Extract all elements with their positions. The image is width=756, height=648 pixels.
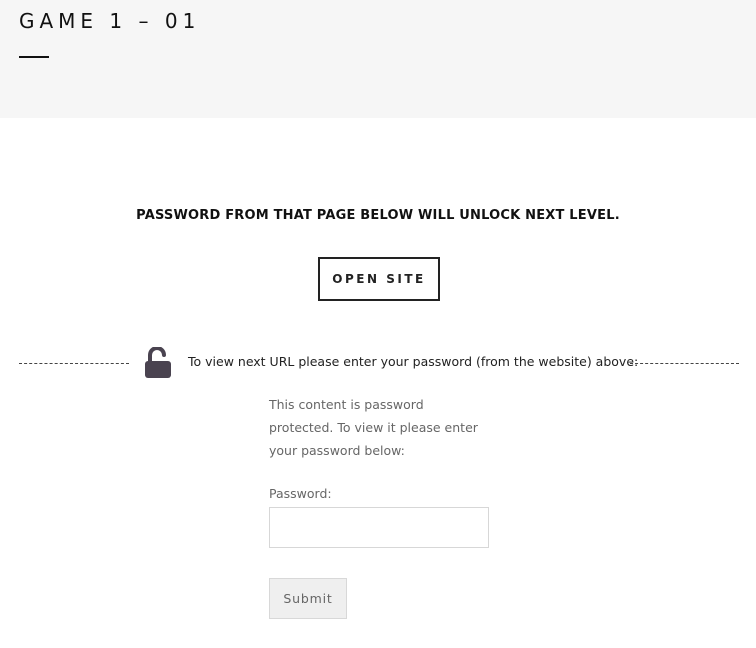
title-underline (19, 56, 49, 58)
dashed-divider-left (19, 363, 129, 364)
protected-notice: This content is password protected. To v… (269, 397, 478, 458)
dashed-divider-right (630, 363, 739, 364)
page-title: GAME 1 – 01 (19, 9, 201, 33)
submit-button[interactable]: Submit (269, 578, 347, 619)
open-site-button[interactable]: OPEN SITE (318, 257, 440, 301)
unlocked-padlock-icon (145, 347, 171, 378)
unlock-prompt: To view next URL please enter your passw… (188, 354, 639, 369)
password-label: Password: (269, 486, 332, 501)
unlock-headline: PASSWORD FROM THAT PAGE BELOW WILL UNLOC… (136, 208, 620, 223)
password-input[interactable] (269, 507, 489, 548)
page-header: GAME 1 – 01 (0, 0, 756, 118)
